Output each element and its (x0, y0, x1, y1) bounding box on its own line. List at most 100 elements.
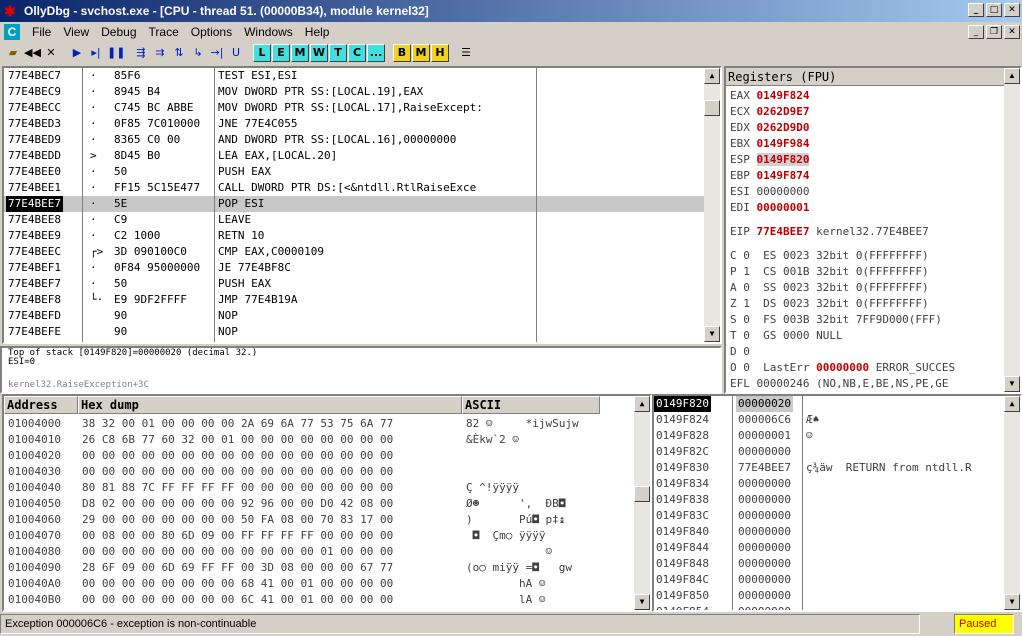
dump-scrollbar[interactable]: ▲ ▼ (634, 396, 650, 610)
scroll-down-icon[interactable]: ▼ (1004, 594, 1020, 610)
rewind-icon[interactable]: ◀◀ (23, 44, 41, 62)
dump-ascii-header[interactable]: ASCII (462, 396, 600, 414)
disassembly-scrollbar[interactable]: ▲ ▼ (704, 68, 720, 342)
run-icon[interactable]: ▶ (68, 44, 86, 62)
menu-view[interactable]: View (57, 25, 95, 39)
goto-icon[interactable]: →| (208, 44, 226, 62)
scroll-up-icon[interactable]: ▲ (704, 68, 720, 84)
register-value[interactable]: 0149F874 (757, 169, 810, 182)
disassembly-row[interactable]: 77E4BEE7 · 5E POP ESI (4, 196, 704, 212)
close-button[interactable]: ✕ (1004, 3, 1020, 17)
user-icon[interactable]: U (227, 44, 245, 62)
step-into-icon[interactable]: ▸| (87, 44, 105, 62)
scroll-down-icon[interactable]: ▼ (704, 326, 720, 342)
disassembly-row[interactable]: 77E4BED9 · 8365 C0 00 AND DWORD PTR SS:[LOC… (4, 132, 704, 148)
disassembly-row[interactable]: 77E4BEF7 · 50 PUSH EAX (4, 276, 704, 292)
mdi-minimize-button[interactable]: _ (968, 25, 984, 39)
register-value[interactable]: 0262D9D0 (757, 121, 810, 134)
trace-icon[interactable]: ⇶ (132, 44, 150, 62)
register-line[interactable]: ECX 0262D9E7 (730, 104, 809, 120)
efl-line[interactable]: EFL 00000246 (NO,NB,E,BE,NS,PE,GE (730, 376, 949, 388)
log-window-button[interactable]: L (253, 44, 271, 62)
minimize-button[interactable]: _ (968, 3, 984, 17)
dump-hex-header[interactable]: Hex dump (78, 396, 462, 414)
menu-windows[interactable]: Windows (238, 25, 299, 39)
lasterr-line[interactable]: O 0 LastErr 00000000 ERROR_SUCCES (730, 360, 955, 376)
register-line[interactable]: EBX 0149F984 (730, 136, 809, 152)
register-line[interactable]: EAX 0149F824 (730, 88, 809, 104)
menu-options[interactable]: Options (185, 25, 238, 39)
scroll-down-icon[interactable]: ▼ (1004, 376, 1020, 392)
registers-pane[interactable]: Registers (FPU) EAX 0149F824 ECX 0262D9E7… (724, 66, 1022, 394)
hex-dump-pane[interactable]: Address Hex dump ASCII 01004000 38 32 00 … (2, 394, 652, 612)
register-value[interactable]: 00000000 (757, 185, 810, 198)
register-line[interactable]: ESI 00000000 (730, 184, 809, 200)
registers-scrollbar[interactable]: ▲ ▼ (1004, 68, 1020, 392)
scroll-up-icon[interactable]: ▲ (1004, 396, 1020, 412)
scroll-thumb[interactable] (704, 100, 720, 116)
maximize-button[interactable]: □ (986, 3, 1002, 17)
hardware-breakpoints-button[interactable]: H (431, 44, 449, 62)
register-value[interactable]: 00000001 (757, 201, 810, 214)
memory-breakpoints-button[interactable]: M (412, 44, 430, 62)
menu-help[interactable]: Help (299, 25, 336, 39)
register-line[interactable]: ESP 0149F820 (730, 152, 810, 168)
flag-line[interactable]: D 0 (730, 344, 750, 360)
register-value[interactable]: 77E4BEE7 (757, 225, 810, 238)
scroll-thumb[interactable] (634, 486, 650, 502)
disassembly-row[interactable]: 77E4BEFE 90 NOP (4, 324, 704, 340)
disassembly-row[interactable]: 77E4BEFD 90 NOP (4, 308, 704, 324)
register-value[interactable]: 0262D9E7 (757, 105, 810, 118)
registers-header[interactable]: Registers (FPU) (726, 68, 1004, 86)
flag-line[interactable]: T 0 GS 0000 NULL (730, 328, 843, 344)
animate-icon[interactable]: ⇅ (170, 44, 188, 62)
pause-icon[interactable]: ❚❚ (106, 44, 125, 62)
menu-debug[interactable]: Debug (95, 25, 142, 39)
mdi-restore-button[interactable]: ❐ (986, 25, 1002, 39)
open-icon[interactable]: ▰ (4, 44, 22, 62)
scroll-down-icon[interactable]: ▼ (634, 594, 650, 610)
cpu-window-button[interactable]: C (348, 44, 366, 62)
disassembly-pane[interactable]: 77E4BEC7 · 85F6 TEST ESI,ESI 77E4BEC9 · 8945 B… (2, 66, 722, 344)
threads-window-button[interactable]: T (329, 44, 347, 62)
dump-address-header[interactable]: Address (4, 396, 78, 414)
disassembly-row[interactable]: 77E4BEC7 · 85F6 TEST ESI,ESI (4, 68, 704, 84)
list-icon[interactable]: ☰ (457, 44, 475, 62)
disassembly-row[interactable]: 77E4BEC9 · 8945 B4 MOV DWORD PTR SS:[LOCAL.… (4, 84, 704, 100)
flag-line[interactable]: Z 1 DS 0023 32bit 0(FFFFFFFF) (730, 296, 929, 312)
mdi-close-button[interactable]: ✕ (1004, 25, 1020, 39)
disassembly-row[interactable]: 77E4BECC · C745 BC ABBE MOV DWORD PTR SS:[L… (4, 100, 704, 116)
register-line[interactable]: EDI 00000001 (730, 200, 809, 216)
register-line[interactable]: EDX 0262D9D0 (730, 120, 809, 136)
more-windows-button[interactable]: ... (367, 44, 385, 62)
register-line[interactable]: EIP 77E4BEE7 kernel32.77E4BEE7 (730, 224, 929, 240)
register-line[interactable]: EBP 0149F874 (730, 168, 809, 184)
disassembly-row[interactable]: 77E4BEF8 └· E9 9DF2FFFF JMP 77E4B19A (4, 292, 704, 308)
flag-line[interactable]: S 0 FS 003B 32bit 7FF9D000(FFF) (730, 312, 942, 328)
disassembly-row[interactable]: 77E4BEE0 · 50 PUSH EAX (4, 164, 704, 180)
flag-line[interactable]: A 0 SS 0023 32bit 0(FFFFFFFF) (730, 280, 929, 296)
disassembly-row[interactable]: 77E4BEF1 · 0F84 95000000 JE 77E4BF8C (4, 260, 704, 276)
cpu-window-icon[interactable]: C (4, 24, 20, 40)
stack-pane[interactable]: 0149F820 00000020 0149F824 000006C6 Æ♠ 0149F8… (652, 394, 1022, 612)
disassembly-row[interactable]: 77E4BEE1 · FF15 5C15E477 CALL DWORD PTR DS:… (4, 180, 704, 196)
step-icon[interactable]: ⇉ (151, 44, 169, 62)
exec-till-return-icon[interactable]: ↳ (189, 44, 207, 62)
menu-file[interactable]: File (26, 25, 57, 39)
memory-window-button[interactable]: M (291, 44, 309, 62)
register-value[interactable]: 0149F820 (756, 153, 810, 166)
close-icon[interactable]: ✕ (42, 44, 60, 62)
flag-line[interactable]: P 1 CS 001B 32bit 0(FFFFFFFF) (730, 264, 929, 280)
register-value[interactable]: 0149F984 (757, 137, 810, 150)
breakpoints-button[interactable]: B (393, 44, 411, 62)
disassembly-row[interactable]: 77E4BEE8 · C9 LEAVE (4, 212, 704, 228)
register-value[interactable]: 0149F824 (757, 89, 810, 102)
stack-scrollbar[interactable]: ▲ ▼ (1004, 396, 1020, 610)
menu-trace[interactable]: Trace (143, 25, 185, 39)
scroll-up-icon[interactable]: ▲ (1004, 68, 1020, 84)
flag-line[interactable]: C 0 ES 0023 32bit 0(FFFFFFFF) (730, 248, 929, 264)
modules-window-button[interactable]: E (272, 44, 290, 62)
disassembly-row[interactable]: 77E4BED3 · 0F85 7C010000 JNE 77E4C055 (4, 116, 704, 132)
disassembly-row[interactable]: 77E4BEE9 · C2 1000 RETN 10 (4, 228, 704, 244)
disassembly-row[interactable]: 77E4BEEC ┌> 3D 090100C0 CMP EAX,C0000109 (4, 244, 704, 260)
